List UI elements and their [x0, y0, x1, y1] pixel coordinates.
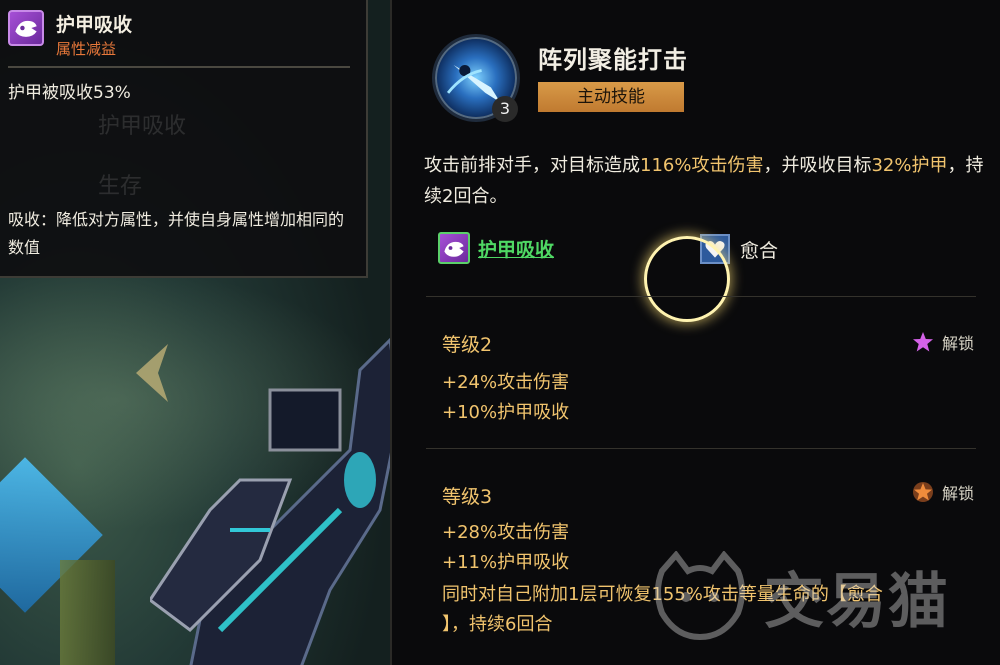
scene-pillar — [60, 560, 115, 665]
unlock-status: 解锁 — [912, 480, 974, 504]
status-tooltip: 护甲吸收 属性减益 护甲被吸收53% 护甲吸收 生存 吸收：降低对方属性，并使自… — [0, 0, 368, 278]
tooltip-subtitle: 属性减益 — [56, 40, 117, 58]
level-title: 等级2 — [442, 334, 493, 356]
armor-absorb-tag[interactable]: 护甲吸收 — [438, 232, 554, 264]
section-divider — [426, 296, 976, 297]
level-bonus: 】，持续6回合 — [442, 614, 553, 635]
skill-name: 阵列聚能打击 — [538, 46, 688, 74]
desc-highlight: 32%护甲 — [871, 155, 948, 176]
mech-character — [147, 330, 390, 665]
desc-text: 攻击前排对手，对目标造成 — [424, 155, 640, 176]
armor-absorb-link[interactable]: 护甲吸收 — [478, 235, 554, 262]
watermark-text: 交易猫 — [764, 566, 950, 637]
tooltip-title: 护甲吸收 — [56, 14, 133, 36]
heal-label[interactable]: 愈合 — [740, 236, 778, 263]
faded-list-item: 护甲吸收 — [98, 114, 187, 139]
unlock-label: 解锁 — [942, 334, 975, 353]
level-bonus: +10%护甲吸收 — [442, 402, 570, 423]
cat-logo-icon — [652, 550, 748, 641]
tooltip-divider — [8, 66, 350, 68]
desc-text: ，并吸收目标 — [763, 155, 872, 176]
desc-highlight: 116%攻击伤害 — [640, 155, 764, 176]
touch-indicator-ring — [644, 236, 730, 322]
armor-absorb-icon — [438, 232, 470, 264]
section-divider — [426, 448, 976, 449]
tooltip-effect: 护甲被吸收53% — [8, 83, 131, 103]
unlock-label: 解锁 — [942, 484, 975, 503]
unlock-status: 解锁 — [912, 330, 974, 354]
level-bonus: +28%攻击伤害 — [442, 522, 570, 543]
level-title: 等级3 — [442, 486, 493, 508]
purple-star-icon — [912, 331, 934, 353]
orange-star-icon — [912, 481, 934, 503]
level-bonus: +11%护甲吸收 — [442, 552, 570, 573]
level-bonus: +24%攻击伤害 — [442, 372, 570, 393]
skill-type-badge: 主动技能 — [538, 82, 684, 112]
previous-arrow-icon[interactable] — [128, 340, 178, 406]
faded-list-item: 生存 — [98, 174, 143, 199]
watermark: 交易猫 — [652, 548, 992, 644]
tooltip-description: 吸收：降低对方属性，并使自身属性增加相同的数值 — [8, 210, 345, 257]
skill-level-badge: 3 — [492, 96, 518, 122]
skill-description: 攻击前排对手，对目标造成116%攻击伤害，并吸收目标32%护甲，持续2回合。 — [424, 150, 984, 212]
armor-absorb-icon — [8, 10, 44, 46]
